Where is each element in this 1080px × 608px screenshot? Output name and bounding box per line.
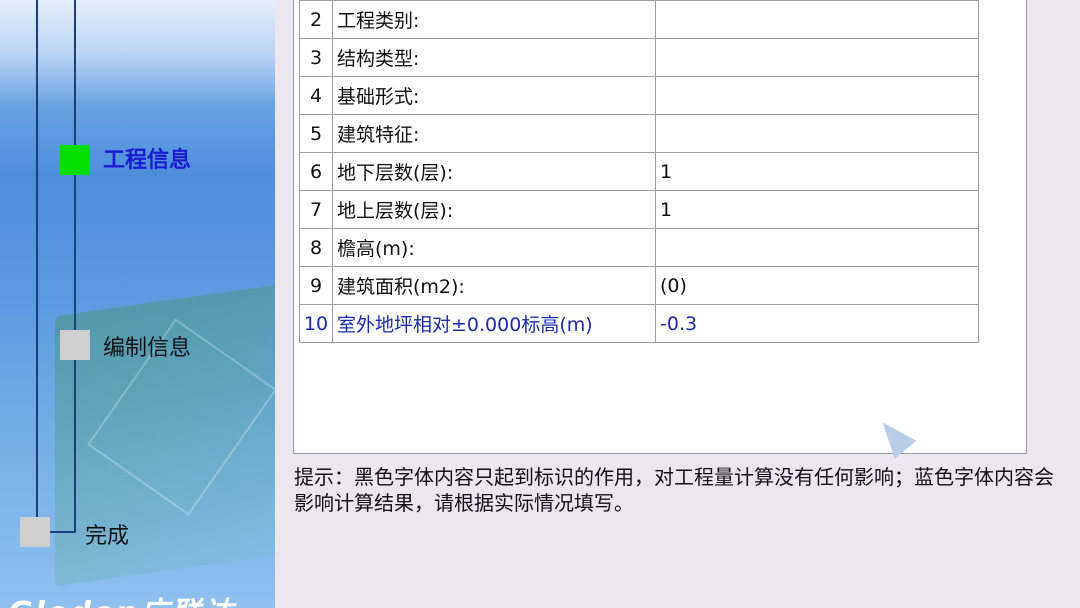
property-value-cell[interactable] <box>655 0 979 39</box>
table-row[interactable]: 5 建筑特征: <box>299 114 979 153</box>
property-name-cell: 檐高(m): <box>332 228 656 267</box>
table-row[interactable]: 10 室外地坪相对±0.000标高(m) -0.3 <box>299 304 979 343</box>
row-number: 3 <box>299 38 333 77</box>
progress-line-outer <box>36 0 38 530</box>
step-indicator-pending <box>20 517 50 547</box>
property-value-cell[interactable]: 1 <box>655 152 979 191</box>
row-number: 4 <box>299 76 333 115</box>
table-row[interactable]: 6 地下层数(层): 1 <box>299 152 979 191</box>
row-number: 5 <box>299 114 333 153</box>
property-name-cell: 建筑面积(m2): <box>332 266 656 305</box>
table-row[interactable]: 7 地上层数(层): 1 <box>299 190 979 229</box>
project-info-table: 2 工程类别: 3 结构类型: 4 基础形式: 5 建筑特征: 6 地下层数(层): 1 7 地上层数(… <box>299 0 979 343</box>
hint-text: 提示：黑色字体内容只起到标识的作用，对工程量计算没有任何影响；蓝色字体内容会影响… <box>294 465 1054 515</box>
row-number: 2 <box>299 0 333 39</box>
row-number: 10 <box>299 304 333 343</box>
property-name-cell: 基础形式: <box>332 76 656 115</box>
table-row[interactable]: 3 结构类型: <box>299 38 979 77</box>
property-name-cell: 地下层数(层): <box>332 152 656 191</box>
property-value-cell[interactable] <box>655 228 979 267</box>
property-value-cell[interactable]: -0.3 <box>655 304 979 343</box>
step-project-info[interactable]: 工程信息 <box>103 142 191 174</box>
property-name-cell: 工程类别: <box>332 0 656 39</box>
property-value-cell[interactable]: 1 <box>655 190 979 229</box>
row-number: 8 <box>299 228 333 267</box>
property-name-cell: 室外地坪相对±0.000标高(m) <box>332 304 656 343</box>
property-value-cell[interactable] <box>655 76 979 115</box>
property-value-cell[interactable] <box>655 38 979 77</box>
progress-line-connector <box>46 531 76 533</box>
table-row[interactable]: 8 檐高(m): <box>299 228 979 267</box>
step-indicator-pending <box>60 330 90 360</box>
property-name-cell: 结构类型: <box>332 38 656 77</box>
wizard-sidebar: 工程信息 编制信息 完成 Glodon广联达 <box>0 0 275 608</box>
project-info-panel: 2 工程类别: 3 结构类型: 4 基础形式: 5 建筑特征: 6 地下层数(层): 1 7 地上层数(… <box>293 0 1027 459</box>
property-value-cell[interactable] <box>655 114 979 153</box>
property-name-cell: 地上层数(层): <box>332 190 656 229</box>
row-number: 9 <box>299 266 333 305</box>
table-row[interactable]: 9 建筑面积(m2): (0) <box>299 266 979 305</box>
step-finish[interactable]: 完成 <box>85 518 129 550</box>
progress-line-inner-top <box>74 0 76 145</box>
row-number: 6 <box>299 152 333 191</box>
step-compile-info[interactable]: 编制信息 <box>103 330 191 362</box>
property-name-cell: 建筑特征: <box>332 114 656 153</box>
property-value-cell[interactable]: (0) <box>655 266 979 305</box>
table-row[interactable]: 2 工程类别: <box>299 0 979 39</box>
row-number: 7 <box>299 190 333 229</box>
mouse-cursor-icon <box>871 413 917 459</box>
step-indicator-current <box>60 145 90 175</box>
table-row[interactable]: 4 基础形式: <box>299 76 979 115</box>
glodon-logo: Glodon广联达 <box>8 588 235 608</box>
